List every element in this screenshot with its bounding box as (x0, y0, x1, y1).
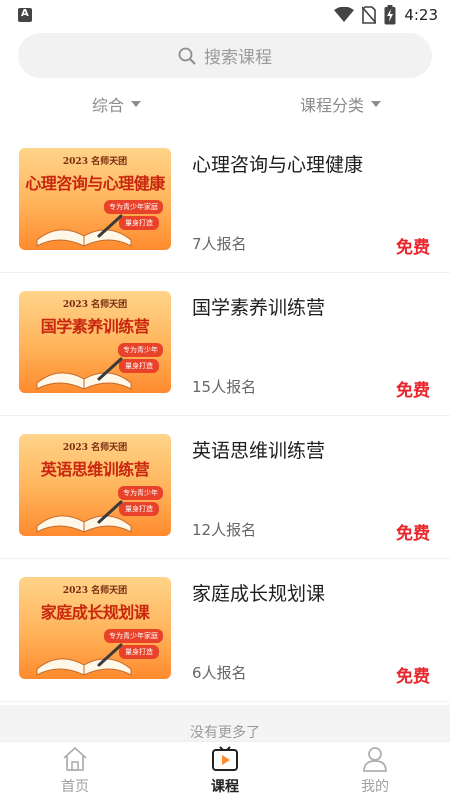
no-more-text: 没有更多了 (190, 725, 260, 741)
no-sim-icon (362, 6, 377, 24)
price-label: 免费 (396, 238, 430, 258)
course-item[interactable]: 2023 名师天团 心理咨询与心理健康 专为青少年家庭 量身打造 心理咨询与心理… (0, 130, 450, 273)
search-placeholder: 搜索课程 (204, 48, 272, 68)
filter-category-label: 课程分类 (300, 96, 365, 115)
thumb-top-text: 2023 名师天团 (62, 157, 128, 167)
home-icon (63, 747, 87, 771)
filter-bar: 综合 课程分类 (0, 92, 450, 120)
battery-charging-icon (384, 5, 396, 25)
thumb-top-text: 2023 名师天团 (62, 300, 128, 310)
search-icon (178, 47, 196, 64)
tab-home[interactable]: 首页 (25, 746, 125, 796)
enrollment-count: 6人报名 (192, 664, 247, 682)
enrollment-count: 7人报名 (192, 235, 247, 253)
tab-profile[interactable]: 我的 (325, 746, 425, 796)
status-bar: A 4:23 (0, 0, 450, 30)
course-play-icon (212, 746, 238, 771)
tab-profile-label: 我的 (361, 779, 389, 795)
course-list: 2023 名师天团 心理咨询与心理健康 专为青少年家庭 量身打造 心理咨询与心理… (0, 130, 450, 702)
thumb-title-text: 心理咨询与心理健康 (25, 174, 165, 193)
course-thumbnail: 2023 名师天团 英语思维训练营 专为青少年 量身打造 (19, 434, 171, 536)
price-label: 免费 (396, 381, 430, 401)
thumb-top-text: 2023 名师天团 (62, 443, 128, 453)
status-time: 4:23 (404, 6, 438, 24)
course-item[interactable]: 2023 名师天团 英语思维训练营 专为青少年 量身打造 英语思维训练营 12人… (0, 416, 450, 559)
status-icons: 4:23 (334, 5, 438, 25)
open-book-pen-illustration (36, 643, 132, 676)
price-label: 免费 (396, 667, 430, 687)
thumb-title-text: 家庭成长规划课 (40, 603, 150, 622)
filter-sort[interactable]: 综合 (92, 92, 142, 116)
profile-icon (363, 747, 387, 772)
filter-sort-label: 综合 (92, 96, 125, 115)
open-book-pen-illustration (36, 357, 132, 390)
tab-home-label: 首页 (61, 779, 89, 795)
tab-courses-label: 课程 (211, 779, 239, 795)
enrollment-count: 15人报名 (192, 378, 257, 396)
course-thumbnail: 2023 名师天团 国学素养训练营 专为青少年 量身打造 (19, 291, 171, 393)
thumb-title-text: 国学素养训练营 (40, 317, 150, 336)
bottom-tab-bar: 首页 课程 我的 (0, 741, 450, 800)
filter-category[interactable]: 课程分类 (300, 92, 382, 116)
open-book-pen-illustration (36, 214, 132, 247)
course-thumbnail: 2023 名师天团 家庭成长规划课 专为青少年家庭 量身打造 (19, 577, 171, 679)
course-title: 家庭成长规划课 (192, 583, 326, 605)
caret-down-icon (131, 101, 142, 107)
course-title: 英语思维训练营 (192, 440, 326, 462)
tab-courses[interactable]: 课程 (175, 746, 275, 796)
search-bar[interactable]: 搜索课程 (18, 33, 432, 78)
caret-down-icon (371, 101, 382, 107)
course-thumbnail: 2023 名师天团 心理咨询与心理健康 专为青少年家庭 量身打造 (19, 148, 171, 250)
wifi-icon (334, 7, 355, 22)
open-book-pen-illustration (36, 500, 132, 533)
price-label: 免费 (396, 524, 430, 544)
course-title: 心理咨询与心理健康 (192, 154, 364, 176)
thumb-title-text: 英语思维训练营 (40, 460, 150, 479)
thumb-top-text: 2023 名师天团 (62, 586, 128, 596)
course-title: 国学素养训练营 (192, 297, 326, 319)
app-notification-icon: A (18, 8, 32, 22)
course-item[interactable]: 2023 名师天团 家庭成长规划课 专为青少年家庭 量身打造 家庭成长规划课 6… (0, 559, 450, 702)
enrollment-count: 12人报名 (192, 521, 257, 539)
course-item[interactable]: 2023 名师天团 国学素养训练营 专为青少年 量身打造 国学素养训练营 15人… (0, 273, 450, 416)
